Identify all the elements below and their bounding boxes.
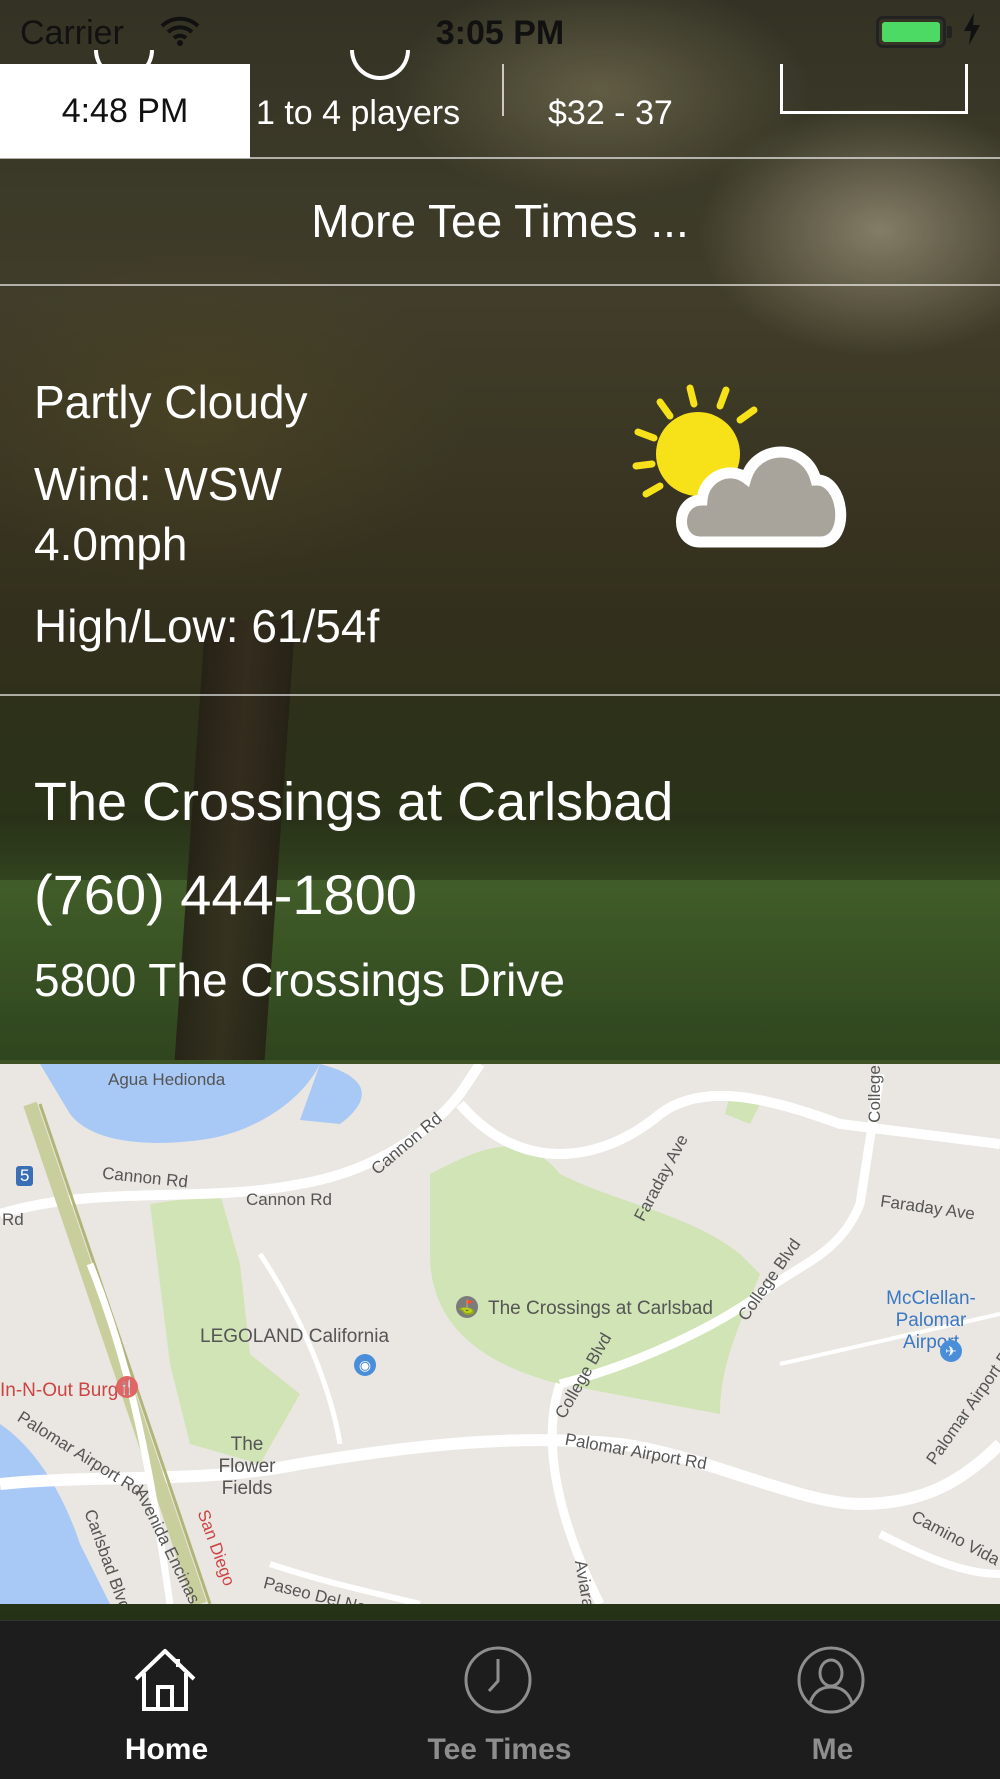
clock-icon xyxy=(463,1645,533,1715)
course-phone-link[interactable]: (760) 444-1800 xyxy=(34,862,673,928)
weather-info: Partly Cloudy Wind: WSW 4.0mph High/Low:… xyxy=(34,372,379,656)
map-label-college: College xyxy=(864,1065,884,1123)
course-map[interactable]: Agua Hedionda Cannon Rd Cannon Rd Cannon… xyxy=(0,1064,1000,1604)
theme-park-pin-icon[interactable]: ◉ xyxy=(354,1354,376,1376)
tab-bar: Home Tee Times Me xyxy=(0,1620,1000,1779)
tee-time-row[interactable]: 4:48 PM 1 to 4 players $32 - 37 xyxy=(0,50,1000,158)
battery-tip xyxy=(947,26,952,38)
battery-icon xyxy=(876,16,946,48)
course-address[interactable]: 5800 The Crossings Drive xyxy=(34,952,673,1008)
map-label-flower-fields[interactable]: The Flower Fields xyxy=(202,1434,292,1500)
map-label-crossings[interactable]: The Crossings at Carlsbad xyxy=(488,1298,713,1320)
tab-tee-times-label: Tee Times xyxy=(427,1733,572,1766)
course-info: The Crossings at Carlsbad (760) 444-1800… xyxy=(34,770,673,1008)
course-name: The Crossings at Carlsbad xyxy=(34,772,674,832)
tee-row-divider xyxy=(502,64,504,116)
status-time: 3:05 PM xyxy=(435,14,565,52)
weather-wind: Wind: WSW 4.0mph xyxy=(34,458,282,570)
more-tee-times-button[interactable]: More Tee Times ... xyxy=(0,158,1000,284)
map-label-cannon-rd: Cannon Rd xyxy=(246,1190,333,1209)
map-label-legoland[interactable]: LEGOLAND California xyxy=(200,1326,389,1348)
tab-me[interactable]: Me xyxy=(666,1621,999,1779)
tab-home[interactable]: Home xyxy=(0,1621,333,1779)
weather-condition: Partly Cloudy xyxy=(34,376,308,428)
restaurant-pin-icon[interactable]: 🍴 xyxy=(116,1376,138,1398)
divider-line xyxy=(0,694,1000,696)
home-icon xyxy=(130,1645,200,1715)
map-label-rd: Rd xyxy=(2,1210,24,1229)
map-label-lagoon: Agua Hedionda xyxy=(108,1070,226,1089)
tab-me-label: Me xyxy=(811,1733,854,1766)
airport-pin-icon[interactable]: ✈ xyxy=(940,1340,962,1362)
status-bar: Carrier 3:05 PM xyxy=(0,0,1000,64)
tee-price-label: $32 - 37 xyxy=(548,94,673,132)
divider-line xyxy=(0,284,1000,286)
charging-bolt-icon xyxy=(962,12,982,55)
person-icon xyxy=(796,1645,866,1715)
map-label-mcclellan[interactable]: McClellan-Palomar Airport xyxy=(866,1288,996,1354)
interstate-5-shield-icon: 5 xyxy=(16,1166,34,1186)
golf-pin-icon[interactable]: ⛳ xyxy=(456,1296,478,1318)
weather-high-low: High/Low: 61/54f xyxy=(34,600,380,652)
book-button[interactable] xyxy=(780,64,968,114)
partly-cloudy-icon xyxy=(630,382,860,558)
tee-players-label: 1 to 4 players xyxy=(256,94,461,132)
tab-tee-times[interactable]: Tee Times xyxy=(333,1621,666,1779)
tab-home-label: Home xyxy=(124,1733,209,1766)
map-label-in-n-out[interactable]: In-N-Out Burger xyxy=(0,1380,135,1402)
